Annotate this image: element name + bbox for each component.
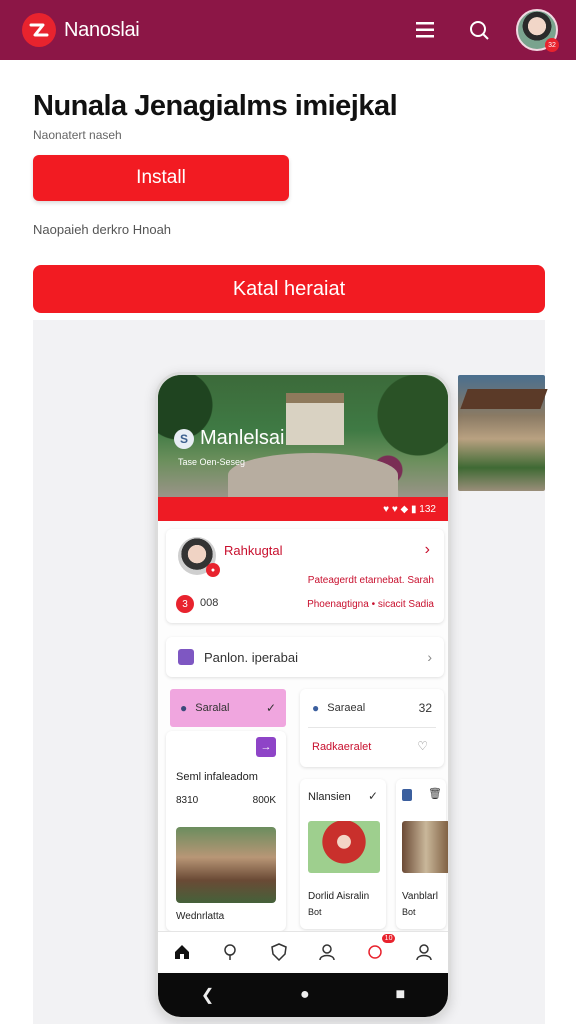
bottom-tab-bar: 10 bbox=[158, 931, 448, 971]
profile-name: Rahkugtal bbox=[224, 543, 283, 558]
category-pill[interactable]: ● Saralal ✓ bbox=[170, 689, 286, 727]
heart-icon[interactable]: ♡ bbox=[417, 739, 428, 753]
people-icon: ● bbox=[312, 701, 320, 715]
avatar-badge: 32 bbox=[545, 38, 559, 52]
top-app-bar: Nanoslai 32 bbox=[0, 0, 576, 60]
bookmark-icon bbox=[402, 789, 412, 801]
card-stat-a: 8310 bbox=[176, 795, 199, 806]
top-actions: 32 bbox=[408, 9, 559, 52]
home-icon[interactable] bbox=[170, 940, 194, 964]
people-icon: ● bbox=[180, 701, 188, 715]
brand-logo-icon[interactable] bbox=[22, 13, 56, 47]
install-note: Naopaieh derkro Hnoah bbox=[33, 222, 172, 237]
check-icon[interactable]: ✓ bbox=[368, 789, 378, 803]
content-card[interactable]: → Seml infaleadom 8310 800K Wednrlatta bbox=[166, 731, 286, 931]
card-line-1: Vanblarl bbox=[402, 891, 438, 902]
stats-label: Saraeal bbox=[327, 702, 366, 714]
location-icon[interactable] bbox=[218, 940, 242, 964]
card-image bbox=[176, 827, 276, 903]
stats-card[interactable]: ● Saraeal 32 Radkaeralet ♡ bbox=[300, 689, 444, 767]
page-subtitle: Naonatert naseh bbox=[33, 128, 122, 142]
card-image bbox=[402, 821, 448, 873]
calendar-icon bbox=[178, 649, 194, 665]
app-logo-icon: S bbox=[174, 428, 194, 449]
notification-badge: 10 bbox=[381, 933, 396, 943]
card-stat-b: 800K bbox=[252, 795, 276, 806]
profile-line-1: Pateagerdt etarnebat. Sarah bbox=[307, 575, 434, 586]
back-icon[interactable]: ❮ bbox=[201, 985, 214, 1005]
brand-name[interactable]: Nanoslai bbox=[64, 19, 140, 42]
profile-line-2: Phoenagtigna • sicacit Sadia bbox=[307, 599, 434, 610]
card-line-2: Bot bbox=[402, 907, 416, 917]
phone-mockup: S Manlelsai Tase Oen-Seseg ♥ ♥ ◆ ▮ 132 ●… bbox=[155, 372, 451, 1020]
menu-icon[interactable] bbox=[408, 13, 442, 47]
profile-card[interactable]: ● Rahkugtal › Pateagerdt etarnebat. Sara… bbox=[166, 529, 444, 623]
hero-title-text: Manlelsai bbox=[200, 427, 285, 449]
card-line-2: Bot bbox=[308, 907, 322, 917]
hero-title: S Manlelsai bbox=[174, 427, 284, 450]
status-text: ♥ ♥ ◆ ▮ 132 bbox=[383, 503, 436, 515]
card-image bbox=[308, 821, 380, 873]
shield-icon[interactable] bbox=[267, 940, 291, 964]
check-icon: ✓ bbox=[265, 701, 276, 715]
divider bbox=[308, 727, 436, 728]
trash-icon[interactable]: 🗑 bbox=[428, 787, 442, 800]
card-line-1: Dorlid Aisralin bbox=[308, 891, 370, 902]
list-row-label: Panlon. iperabai bbox=[204, 649, 298, 665]
profile-avatar: ● bbox=[178, 537, 220, 577]
content-card[interactable]: 🗑 Vanblarl Bot bbox=[396, 779, 448, 929]
chevron-right-icon: › bbox=[427, 649, 432, 665]
arrow-icon[interactable]: → bbox=[256, 737, 276, 757]
account-icon[interactable] bbox=[412, 940, 436, 964]
profile-avatar-badge: ● bbox=[206, 563, 220, 577]
card-title: Nlansien bbox=[308, 791, 351, 803]
profile-icon[interactable] bbox=[315, 940, 339, 964]
stats-header: ● Saraeal bbox=[312, 701, 365, 715]
stats-link[interactable]: Radkaeralet bbox=[312, 741, 371, 753]
notification-icon[interactable]: 10 bbox=[363, 933, 396, 964]
card-title: Seml infaleadom bbox=[176, 771, 258, 783]
system-navigation-bar: ❮ ● ■ bbox=[158, 973, 448, 1017]
status-bar: ♥ ♥ ◆ ▮ 132 bbox=[158, 497, 448, 521]
profile-count: 008 bbox=[200, 597, 219, 609]
chevron-right-icon[interactable]: › bbox=[425, 541, 430, 559]
cta-button[interactable]: Katal heraiat bbox=[33, 265, 545, 313]
search-icon[interactable] bbox=[462, 13, 496, 47]
page-title: Nunala Jenagialms imiejkal bbox=[33, 90, 398, 122]
list-row[interactable]: Panlon. iperabai › bbox=[166, 637, 444, 677]
user-avatar[interactable]: 32 bbox=[516, 9, 559, 52]
home-button-icon[interactable]: ● bbox=[300, 986, 310, 1004]
install-button[interactable]: Install bbox=[33, 155, 289, 201]
pill-label: Saralal bbox=[195, 702, 230, 714]
content-card[interactable]: Nlansien ✓ Dorlid Aisralin Bot bbox=[300, 779, 386, 929]
hero-subtitle: Tase Oen-Seseg bbox=[178, 457, 246, 467]
card-footer: Wednrlatta bbox=[176, 911, 225, 922]
profile-badge: 3 bbox=[176, 595, 194, 613]
recents-icon[interactable]: ■ bbox=[395, 986, 405, 1004]
stats-number: 32 bbox=[418, 701, 432, 715]
hero-image: S Manlelsai Tase Oen-Seseg bbox=[158, 375, 448, 497]
gallery-thumbnail[interactable] bbox=[458, 375, 548, 491]
